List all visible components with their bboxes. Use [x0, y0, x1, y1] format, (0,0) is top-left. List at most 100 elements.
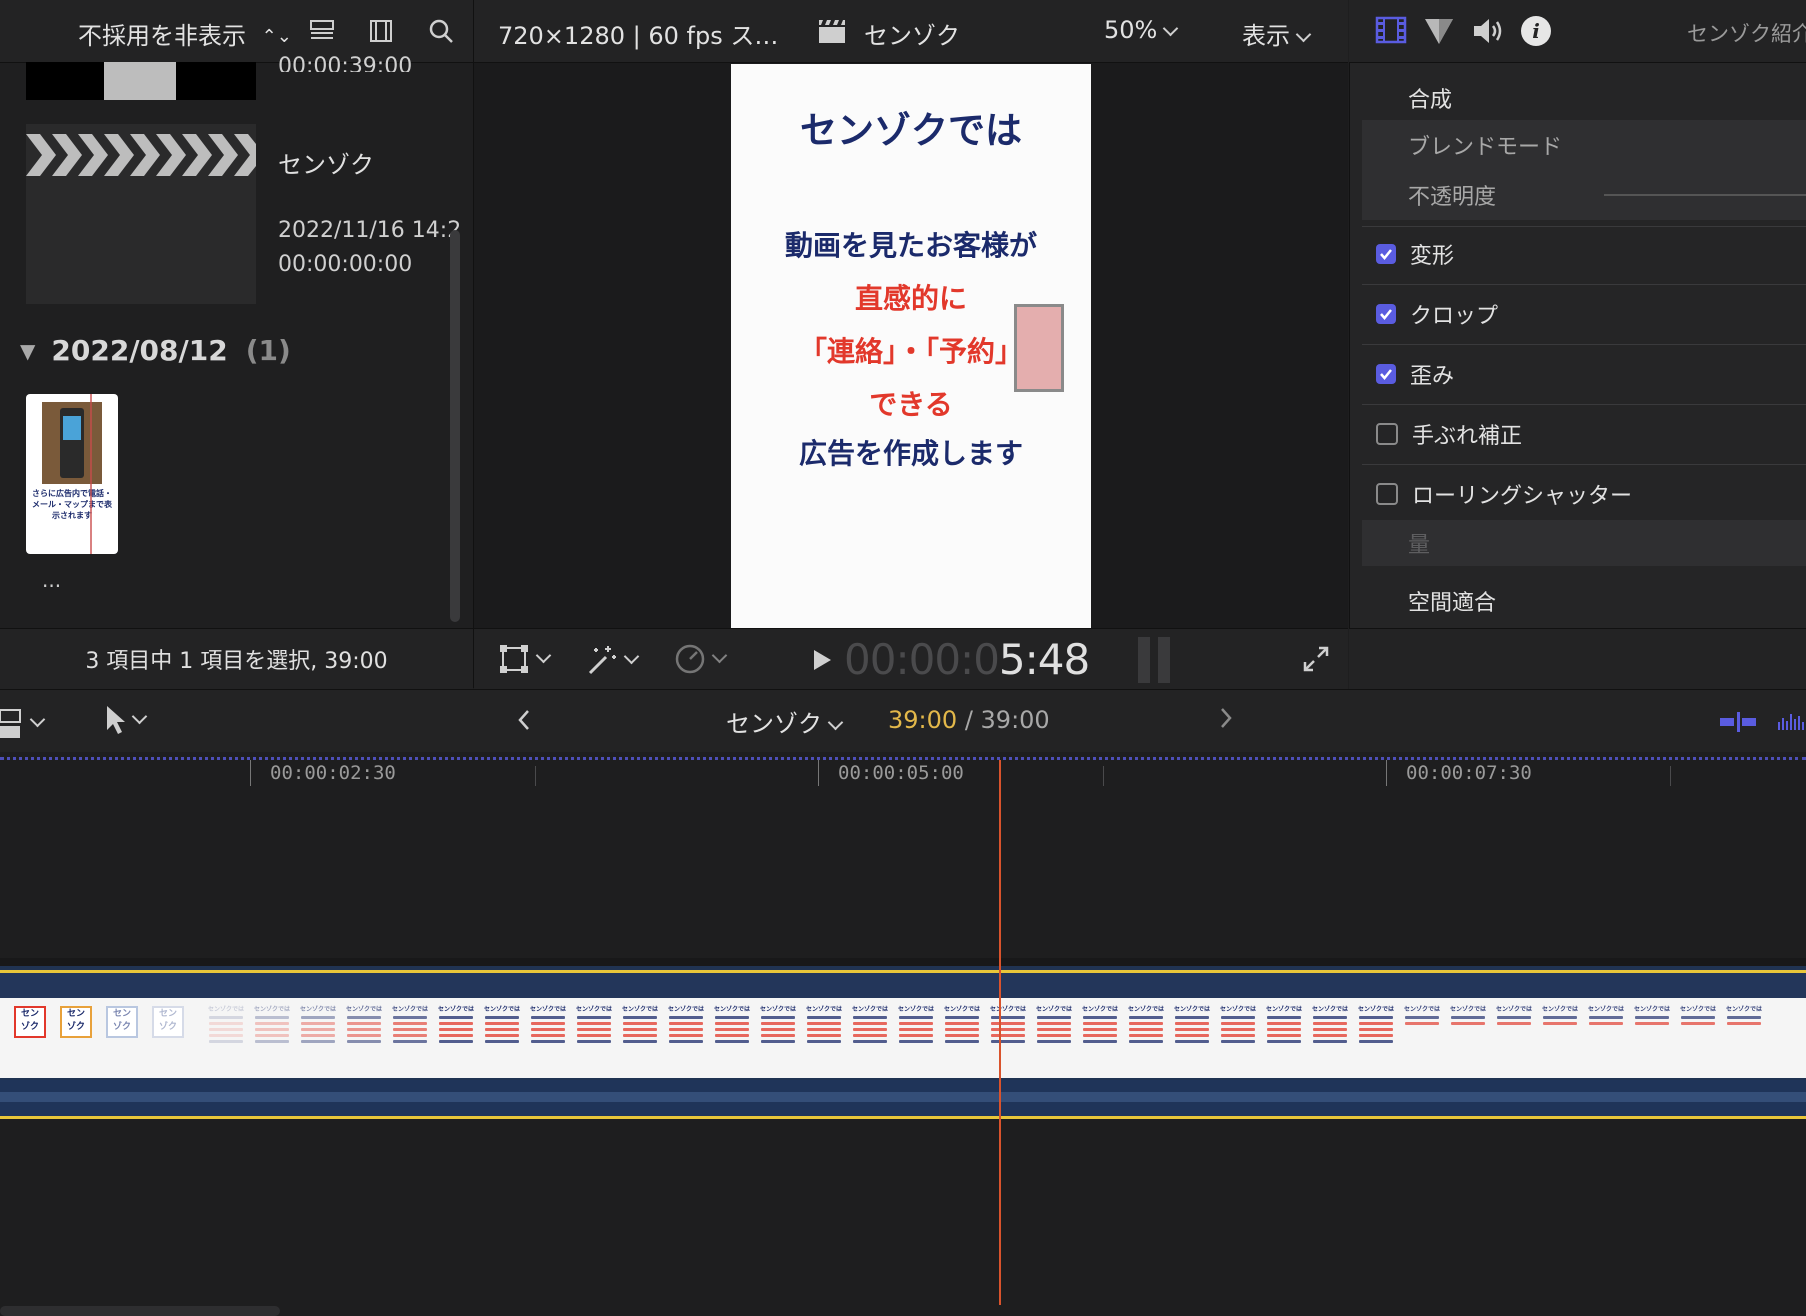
history-back-button[interactable] — [516, 706, 532, 739]
timeline-project-menu[interactable]: センゾク — [726, 704, 844, 739]
filmstrip-text-line — [1083, 1034, 1117, 1037]
group-date: 2022/08/12 — [51, 334, 228, 367]
transform-section[interactable]: 変形 — [1362, 226, 1806, 282]
crop-checkbox[interactable] — [1376, 304, 1396, 324]
enhance-tool[interactable] — [584, 643, 640, 677]
browser-status: 3 項目中 1 項目を選択, 39:00 — [0, 628, 473, 689]
filmstrip-text-line — [899, 1034, 933, 1037]
filmstrip-thumb: センゾクでは — [1034, 1004, 1074, 1072]
timecode-dim: 00:00:0 — [844, 635, 1000, 684]
stabilization-section[interactable]: 手ぶれ補正 — [1362, 406, 1806, 462]
stabilization-checkbox[interactable] — [1376, 423, 1398, 445]
clip-thumbnail[interactable] — [26, 62, 256, 100]
filmstrip-thumb: センゾクでは — [804, 1004, 844, 1072]
filmstrip-text-line — [623, 1016, 657, 1019]
filmstrip-text-line — [853, 1028, 887, 1031]
rolling-shutter-section[interactable]: ローリングシャッター — [1362, 466, 1806, 522]
audio-inspector-tab[interactable] — [1471, 16, 1505, 50]
clip-thumbnail[interactable]: さらに広告内で電話・メール・マップまで表示されます — [26, 394, 118, 554]
view-menu-label: 表示 — [1242, 22, 1290, 50]
search-icon[interactable] — [424, 14, 458, 48]
crop-section[interactable]: クロップ — [1362, 286, 1806, 342]
section-divider — [1362, 464, 1806, 465]
compositing-section[interactable]: 合成 — [1362, 70, 1806, 126]
filmstrip-text-line — [393, 1016, 427, 1019]
list-view-icon[interactable] — [305, 14, 339, 48]
filmstrip-text-line — [209, 1028, 243, 1031]
color-inspector-tab[interactable] — [1423, 16, 1455, 50]
filmstrip-thumb-caption: センゾクでは — [897, 1006, 934, 1013]
ruler-label: 00:00:02:30 — [270, 762, 396, 784]
blend-mode-row[interactable]: ブレンドモード — [1362, 120, 1806, 170]
filmstrip-text-line — [301, 1040, 335, 1043]
zoom-menu[interactable]: 50% — [1104, 16, 1179, 44]
filmstrip-view-icon[interactable] — [364, 14, 398, 48]
video-inspector-tab[interactable] — [1375, 16, 1407, 48]
filmstrip-thumb: センゾクでは — [298, 1004, 338, 1072]
filmstrip-text-line — [669, 1028, 703, 1031]
info-icon[interactable]: i — [1521, 16, 1551, 46]
opacity-row[interactable]: 不透明度 — [1362, 170, 1806, 220]
select-tool-menu[interactable] — [104, 704, 148, 736]
filmstrip-thumb-caption: センゾクでは — [345, 1006, 382, 1013]
selected-element-box[interactable] — [1014, 304, 1064, 392]
clip-name[interactable]: センゾク — [278, 145, 374, 180]
filmstrip-thumb-caption: センゾクでは — [529, 1006, 566, 1013]
filmstrip-text-line — [1129, 1022, 1163, 1025]
filmstrip-text-line — [439, 1022, 473, 1025]
filmstrip-text-line — [577, 1016, 611, 1019]
filmstrip-text-line — [807, 1022, 841, 1025]
skimming-toggle[interactable] — [1720, 712, 1758, 736]
ruler-minor-tick — [535, 766, 536, 786]
filmstrip-text-line — [1221, 1034, 1255, 1037]
spatial-conform-section[interactable]: 空間適合 — [1362, 576, 1806, 626]
filmstrip-text-line — [669, 1034, 703, 1037]
transform-checkbox[interactable] — [1376, 244, 1396, 264]
filmstrip-text-line — [209, 1034, 243, 1037]
timeline-scrollbar[interactable] — [0, 1306, 280, 1316]
playhead[interactable] — [999, 760, 1001, 1305]
distort-section[interactable]: 歪み — [1362, 346, 1806, 402]
filmstrip-text-line — [531, 1034, 565, 1037]
filmstrip-text-line — [255, 1022, 289, 1025]
viewer-canvas[interactable]: センゾクでは 動画を見たお客様が 直感的に 「連絡」・「予約」 できる 広告を作… — [731, 64, 1091, 628]
opacity-slider[interactable] — [1604, 194, 1806, 196]
history-forward-button[interactable] — [1218, 706, 1234, 734]
filmstrip-text-line — [1221, 1016, 1255, 1019]
filmstrip-text-line — [1359, 1022, 1393, 1025]
filmstrip-text-line — [1129, 1040, 1163, 1043]
filmstrip-text-line — [1267, 1040, 1301, 1043]
disclosure-triangle-icon[interactable]: ▼ — [20, 339, 35, 363]
filmstrip-thumb: センゾクでは — [1218, 1004, 1258, 1072]
clip-thumbnail[interactable] — [26, 124, 256, 304]
event-group-header[interactable]: ▼ 2022/08/12 (1) — [20, 334, 291, 367]
retime-tool[interactable] — [674, 643, 728, 675]
timeline-toolbar: センゾク 39:00 / 39:00 — [0, 689, 1806, 752]
filmstrip-text-line — [991, 1034, 1025, 1037]
fullscreen-button[interactable] — [1302, 645, 1330, 677]
filmstrip-text-line — [347, 1028, 381, 1031]
arrow-pointer-icon — [107, 706, 125, 734]
selection-status: 3 項目中 1 項目を選択, 39:00 — [85, 649, 388, 674]
clip-audio-waveform — [0, 1080, 1806, 1119]
filmstrip-text-line — [1313, 1040, 1347, 1043]
distort-checkbox[interactable] — [1376, 364, 1396, 384]
view-menu[interactable]: 表示 — [1242, 16, 1312, 51]
ruler-tick — [818, 760, 819, 786]
browser-scrollbar[interactable] — [450, 230, 460, 622]
rolling-shutter-checkbox[interactable] — [1376, 483, 1398, 505]
filmstrip-text-line — [1313, 1028, 1347, 1031]
filmstrip-text-line — [577, 1022, 611, 1025]
filmstrip-text-line — [1221, 1022, 1255, 1025]
filmstrip-text-line — [531, 1040, 565, 1043]
audio-skimming-toggle[interactable] — [1778, 712, 1806, 736]
filter-menu[interactable]: 不採用を非表示 ⌃⌄ — [78, 16, 292, 51]
transform-tool[interactable] — [498, 643, 552, 675]
filmstrip-text-line — [1037, 1022, 1071, 1025]
clip-appearance-menu[interactable] — [0, 706, 46, 740]
timecode-display[interactable]: 00:00:05:48 — [844, 635, 1090, 684]
play-button[interactable] — [812, 649, 832, 675]
filmstrip-thumb-caption: センゾクでは — [1081, 1006, 1118, 1013]
filmstrip-thumb-caption: センゾクでは — [989, 1006, 1026, 1013]
appearance-icon — [0, 709, 21, 738]
